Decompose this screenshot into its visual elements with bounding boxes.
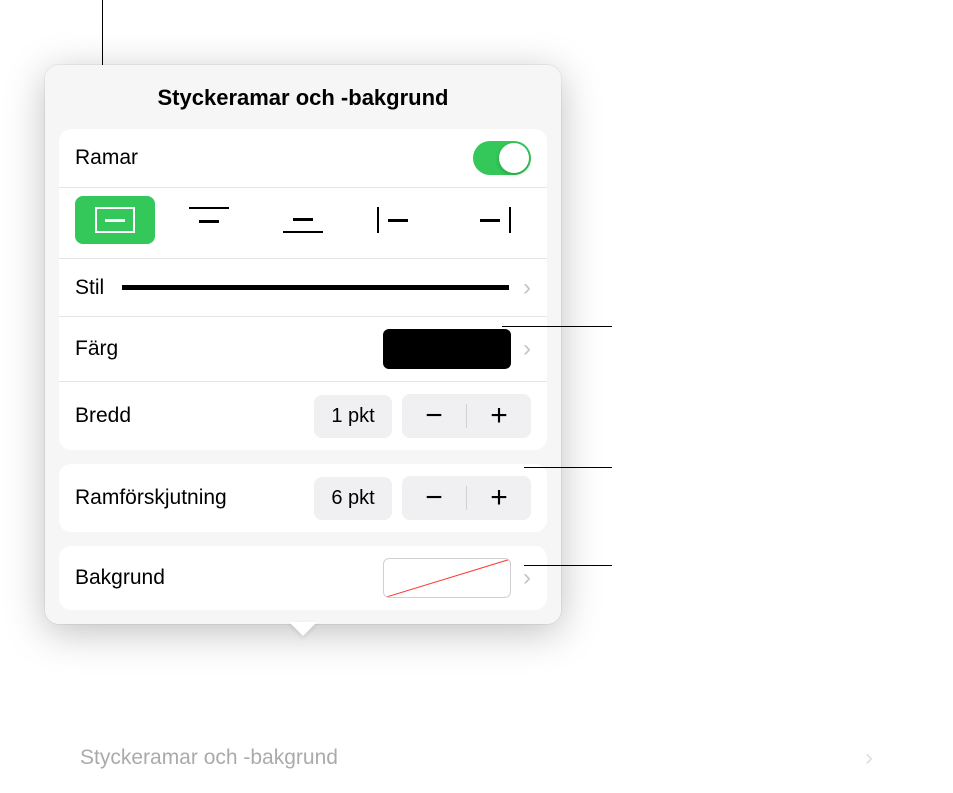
ramforskjutning-label: Ramförskjutning [75,486,227,510]
bredd-decrement-button[interactable]: − [402,394,466,438]
row-ramforskjutning: Ramförskjutning 6 pkt − + [59,464,547,532]
callout-line-ramforskjutning [524,565,612,566]
ramforskjutning-stepper: − + [402,476,531,520]
border-right-icon [471,207,511,233]
ramar-label: Ramar [75,146,138,170]
border-left-icon [377,207,417,233]
border-top-button[interactable] [169,196,249,244]
underlying-label: Styckeramar och -bakgrund [80,746,338,770]
farg-label: Färg [75,337,118,361]
popover-title: Styckeramar och -bakgrund [45,65,561,129]
ramforskjutning-increment-button[interactable]: + [467,476,531,520]
row-ramar: Ramar [59,129,547,188]
popover-panel: Styckeramar och -bakgrund Ramar [45,65,561,624]
border-bottom-button[interactable] [263,196,343,244]
border-top-icon [189,207,229,233]
row-stil[interactable]: Stil › [59,259,547,317]
callout-line-stil [502,326,612,327]
chevron-right-icon: › [865,744,873,772]
border-bottom-icon [283,207,323,233]
bredd-stepper: − + [402,394,531,438]
callout-line-top [102,0,103,65]
popover-arrow [289,622,317,636]
bredd-increment-button[interactable]: + [467,394,531,438]
callout-line-bredd [524,467,612,468]
line-style-preview [122,285,509,290]
ramforskjutning-decrement-button[interactable]: − [402,476,466,520]
bredd-label: Bredd [75,404,131,428]
chevron-right-icon: › [523,335,531,363]
stil-label: Stil [75,276,104,300]
row-farg[interactable]: Färg › [59,317,547,382]
border-position-group [59,188,547,259]
row-bakgrund[interactable]: Bakgrund › [59,546,547,610]
chevron-right-icon: › [523,564,531,592]
border-left-button[interactable] [357,196,437,244]
no-color-swatch [383,558,511,598]
chevron-right-icon: › [523,274,531,302]
section-offset: Ramförskjutning 6 pkt − + [59,464,547,532]
underlying-row[interactable]: Styckeramar och -bakgrund › [60,731,893,785]
border-all-button[interactable] [75,196,155,244]
border-right-button[interactable] [451,196,531,244]
bredd-value[interactable]: 1 pkt [314,395,392,438]
ramforskjutning-value[interactable]: 6 pkt [314,477,392,520]
color-swatch [383,329,511,369]
row-bredd: Bredd 1 pkt − + [59,382,547,450]
section-borders: Ramar [59,129,547,450]
section-background: Bakgrund › [59,546,547,610]
ramar-toggle[interactable] [473,141,531,175]
border-all-icon [95,207,135,233]
bakgrund-label: Bakgrund [75,566,165,590]
